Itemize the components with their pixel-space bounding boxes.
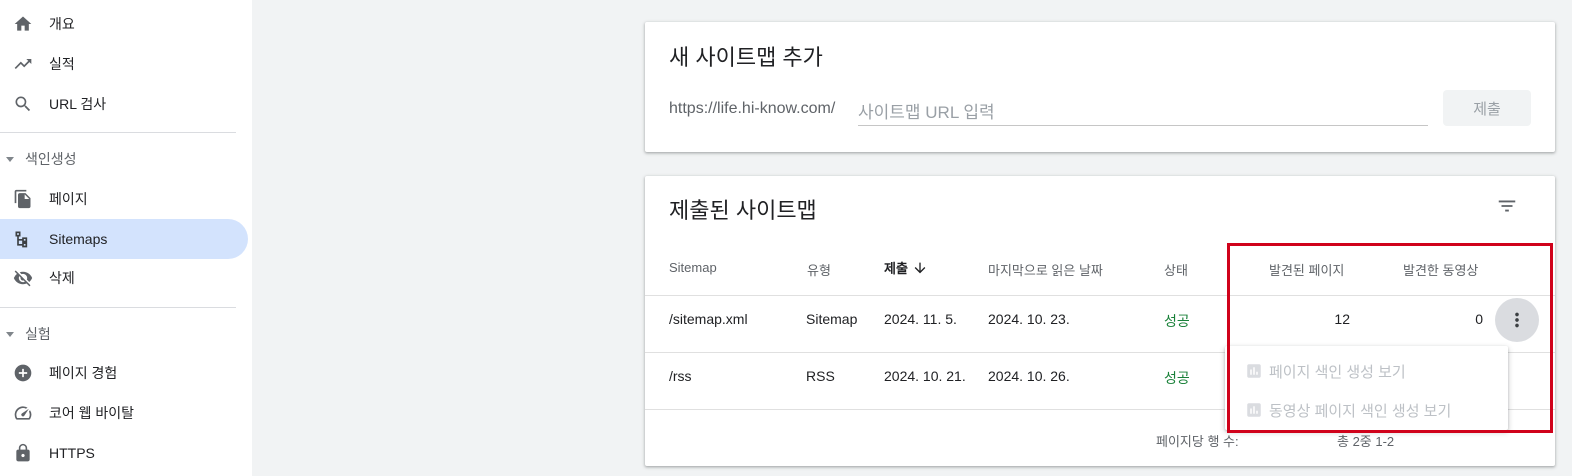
speedometer-icon [12, 402, 34, 424]
sidebar: 개요 실적 URL 검사 색인생성 페이지 Sitemaps 삭제 실험 페이지… [0, 0, 252, 476]
highlight-box [1227, 243, 1553, 433]
sidebar-item-label: 실적 [49, 56, 75, 72]
col-header-status[interactable]: 상태 [1164, 260, 1188, 279]
lock-icon [12, 442, 34, 464]
row1-last-read: 2024. 10. 23. [988, 311, 1070, 327]
arrow-down-icon [914, 262, 926, 273]
row1-status: 성공 [1164, 313, 1190, 329]
sidebar-item-url-inspection[interactable]: URL 검사 [0, 84, 248, 124]
col-header-type[interactable]: 유형 [807, 260, 831, 279]
sidebar-item-label: URL 검사 [49, 96, 107, 112]
submitted-sitemaps-title: 제출된 사이트맵 [669, 198, 817, 223]
sidebar-item-label: 코어 웹 바이탈 [49, 405, 135, 421]
row2-type: RSS [806, 368, 835, 384]
sidebar-item-overview[interactable]: 개요 [0, 4, 248, 44]
row2-status: 성공 [1164, 370, 1190, 386]
main-content: 새 사이트맵 추가 https://life.hi-know.com/ 제출 제… [252, 0, 1572, 476]
sidebar-item-sitemaps[interactable]: Sitemaps [0, 219, 248, 259]
sitemap-url-input[interactable] [858, 100, 1428, 126]
submit-button[interactable]: 제출 [1443, 90, 1531, 126]
sidebar-item-label: Sitemaps [49, 231, 108, 247]
sidebar-item-removals[interactable]: 삭제 [0, 258, 248, 298]
row2-submitted: 2024. 10. 21. [884, 368, 966, 384]
eye-off-icon [12, 267, 34, 289]
section-label: 실험 [25, 326, 51, 342]
sidebar-item-label: 페이지 경험 [49, 365, 118, 381]
sidebar-item-label: 개요 [49, 16, 75, 32]
pager-rows-label: 페이지당 행 수: [1156, 434, 1239, 449]
search-icon [12, 93, 34, 115]
caret-down-icon [6, 331, 14, 337]
sidebar-item-performance[interactable]: 실적 [0, 44, 248, 84]
col-header-label: 제출 [884, 261, 908, 276]
sidebar-item-pages[interactable]: 페이지 [0, 179, 248, 219]
row1-submitted: 2024. 11. 5. [884, 311, 957, 327]
add-sitemap-title: 새 사이트맵 추가 [669, 45, 823, 70]
row2-sitemap[interactable]: /rss [669, 368, 692, 384]
trending-up-icon [12, 53, 34, 75]
sidebar-divider [0, 132, 236, 133]
pager-range: 총 2중 1-2 [1337, 434, 1395, 449]
sidebar-item-label: 페이지 [49, 191, 88, 207]
copy-pages-icon [12, 188, 34, 210]
caret-down-icon [6, 156, 14, 162]
sidebar-item-https[interactable]: HTTPS [0, 433, 248, 473]
sidebar-item-label: 삭제 [49, 270, 75, 286]
sidebar-item-label: HTTPS [49, 445, 95, 461]
col-header-sitemap[interactable]: Sitemap [669, 260, 717, 275]
row1-type: Sitemap [806, 311, 858, 327]
url-prefix: https://life.hi-know.com/ [669, 100, 836, 117]
section-experience-toggle[interactable]: 실험 [0, 319, 51, 349]
sidebar-item-core-web-vitals[interactable]: 코어 웹 바이탈 [0, 393, 248, 433]
add-sitemap-card: 새 사이트맵 추가 https://life.hi-know.com/ 제출 [645, 22, 1555, 152]
sitemap-icon [12, 228, 34, 250]
filter-button[interactable] [1493, 192, 1521, 220]
col-header-submitted[interactable]: 제출 [884, 258, 928, 277]
home-icon [12, 13, 34, 35]
section-indexing-toggle[interactable]: 색인생성 [0, 144, 77, 174]
col-header-last-read[interactable]: 마지막으로 읽은 날짜 [988, 260, 1103, 279]
row2-last-read: 2024. 10. 26. [988, 368, 1070, 384]
section-label: 색인생성 [25, 151, 77, 167]
row1-sitemap[interactable]: /sitemap.xml [669, 311, 748, 327]
filter-icon [1498, 200, 1516, 212]
sidebar-item-page-experience[interactable]: 페이지 경험 [0, 353, 248, 393]
add-circle-icon [12, 362, 34, 384]
sidebar-divider [0, 307, 236, 308]
